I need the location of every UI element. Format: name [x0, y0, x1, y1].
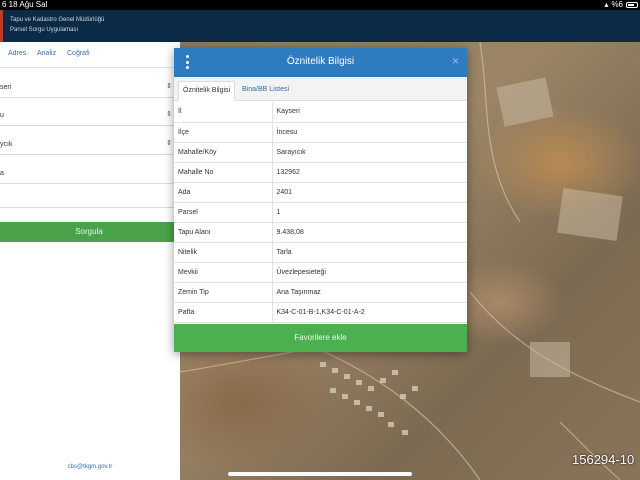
attribute-value: 132962: [272, 162, 467, 183]
map-coordinate-readout: 156294-10: [572, 452, 635, 467]
app-header-subtitle: Parsel Sorgu Uygulaması: [10, 27, 79, 33]
neighborhood-select[interactable]: ycık ⇕: [0, 135, 180, 155]
attribute-value: K34-C-01-B-1,K34-C-01-A-2: [272, 302, 467, 323]
nav-tab-analiz[interactable]: Analiz: [37, 50, 56, 57]
attribute-value: Sarayıcık: [272, 142, 467, 163]
attribute-key: Zemin Tip: [174, 282, 273, 303]
table-row: Parsel 1: [174, 202, 467, 223]
table-row: Ada 2401: [174, 182, 467, 203]
logo-accent: [0, 10, 3, 42]
tab-attribute-info[interactable]: Öznitelik Bilgisi: [178, 81, 236, 101]
status-bar: 6 18 Ağu Sal ▴ %6: [0, 0, 640, 10]
chevron-updown-icon: ⇕: [166, 111, 172, 118]
dialog-tabs: Öznitelik Bilgisi Bina/BB Listesi: [174, 77, 467, 101]
attribute-value: Kayseri: [272, 102, 467, 123]
table-row: Mevkii Üvezlepesieteği: [174, 262, 467, 283]
table-row: Tapu Alanı 9.438,08: [174, 222, 467, 243]
attribute-key: Nitelik: [174, 242, 273, 263]
attribute-table: İl Kayseri İlçe İncesu Mahalle/Köy Sarayıcık M…: [174, 102, 467, 323]
attribute-key: Tapu Alanı: [174, 222, 273, 243]
left-panel: Adres Analiz Coğrafi seri ⇕ u ⇕ ycık ⇕ a…: [0, 42, 180, 480]
attribute-key: İl: [174, 102, 273, 123]
attribute-value: İncesu: [272, 122, 467, 143]
battery-icon: [626, 2, 638, 8]
table-row: İlçe İncesu: [174, 122, 467, 143]
add-to-favorites-button[interactable]: Favorilere ekle: [174, 324, 467, 352]
app-header: Tapu ve Kadastro Genel Müdürlüğü Parsel …: [0, 10, 640, 42]
attribute-value: 1: [272, 202, 467, 223]
attribute-key: Mahalle No: [174, 162, 273, 183]
tab-building-list[interactable]: Bina/BB Listesi: [238, 81, 293, 101]
dialog-title: Öznitelik Bilgisi: [286, 56, 355, 67]
close-icon[interactable]: ×: [452, 54, 459, 68]
search-button[interactable]: Sorgula: [0, 222, 178, 242]
wifi-icon: ▴: [604, 0, 609, 9]
attribute-info-dialog: Öznitelik Bilgisi × Öznitelik Bilgisi Bi…: [174, 48, 467, 352]
status-time: 6 18 Ağu Sal: [2, 0, 48, 9]
parcel-input[interactable]: [0, 192, 180, 208]
attribute-key: İlçe: [174, 122, 273, 143]
chevron-updown-icon: ⇕: [166, 83, 172, 90]
home-indicator[interactable]: [228, 472, 412, 476]
footer-email-link[interactable]: cbs@tkgm.gov.tr: [0, 464, 180, 470]
dialog-header: Öznitelik Bilgisi ×: [174, 48, 467, 77]
attribute-key: Pafta: [174, 302, 273, 323]
table-row: Mahalle No 132962: [174, 162, 467, 183]
battery-percent: %6: [611, 0, 623, 9]
province-select[interactable]: seri ⇕: [0, 78, 180, 98]
table-row: İl Kayseri: [174, 102, 467, 123]
table-row: Pafta K34-C-01-B-1,K34-C-01-A-2: [174, 302, 467, 323]
attribute-value: Üvezlepesieteği: [272, 262, 467, 283]
district-select[interactable]: u ⇕: [0, 106, 180, 126]
nav-tabs: Adres Analiz Coğrafi: [0, 42, 180, 68]
attribute-value: 9.438,08: [272, 222, 467, 243]
attribute-value: Ana Taşınmaz: [272, 282, 467, 303]
nav-tab-adres[interactable]: Adres: [8, 50, 26, 57]
chevron-updown-icon: ⇕: [166, 140, 172, 147]
attribute-key: Parsel: [174, 202, 273, 223]
app-header-title: Tapu ve Kadastro Genel Müdürlüğü: [10, 17, 105, 23]
attribute-value: 2401: [272, 182, 467, 203]
attribute-key: Mevkii: [174, 262, 273, 283]
table-row: Nitelik Tarla: [174, 242, 467, 263]
table-row: Zemin Tip Ana Taşınmaz: [174, 282, 467, 303]
block-input[interactable]: a: [0, 164, 180, 184]
attribute-key: Mahalle/Köy: [174, 142, 273, 163]
attribute-value: Tarla: [272, 242, 467, 263]
attribute-key: Ada: [174, 182, 273, 203]
nav-tab-cografi[interactable]: Coğrafi: [67, 50, 90, 57]
table-row: Mahalle/Köy Sarayıcık: [174, 142, 467, 163]
